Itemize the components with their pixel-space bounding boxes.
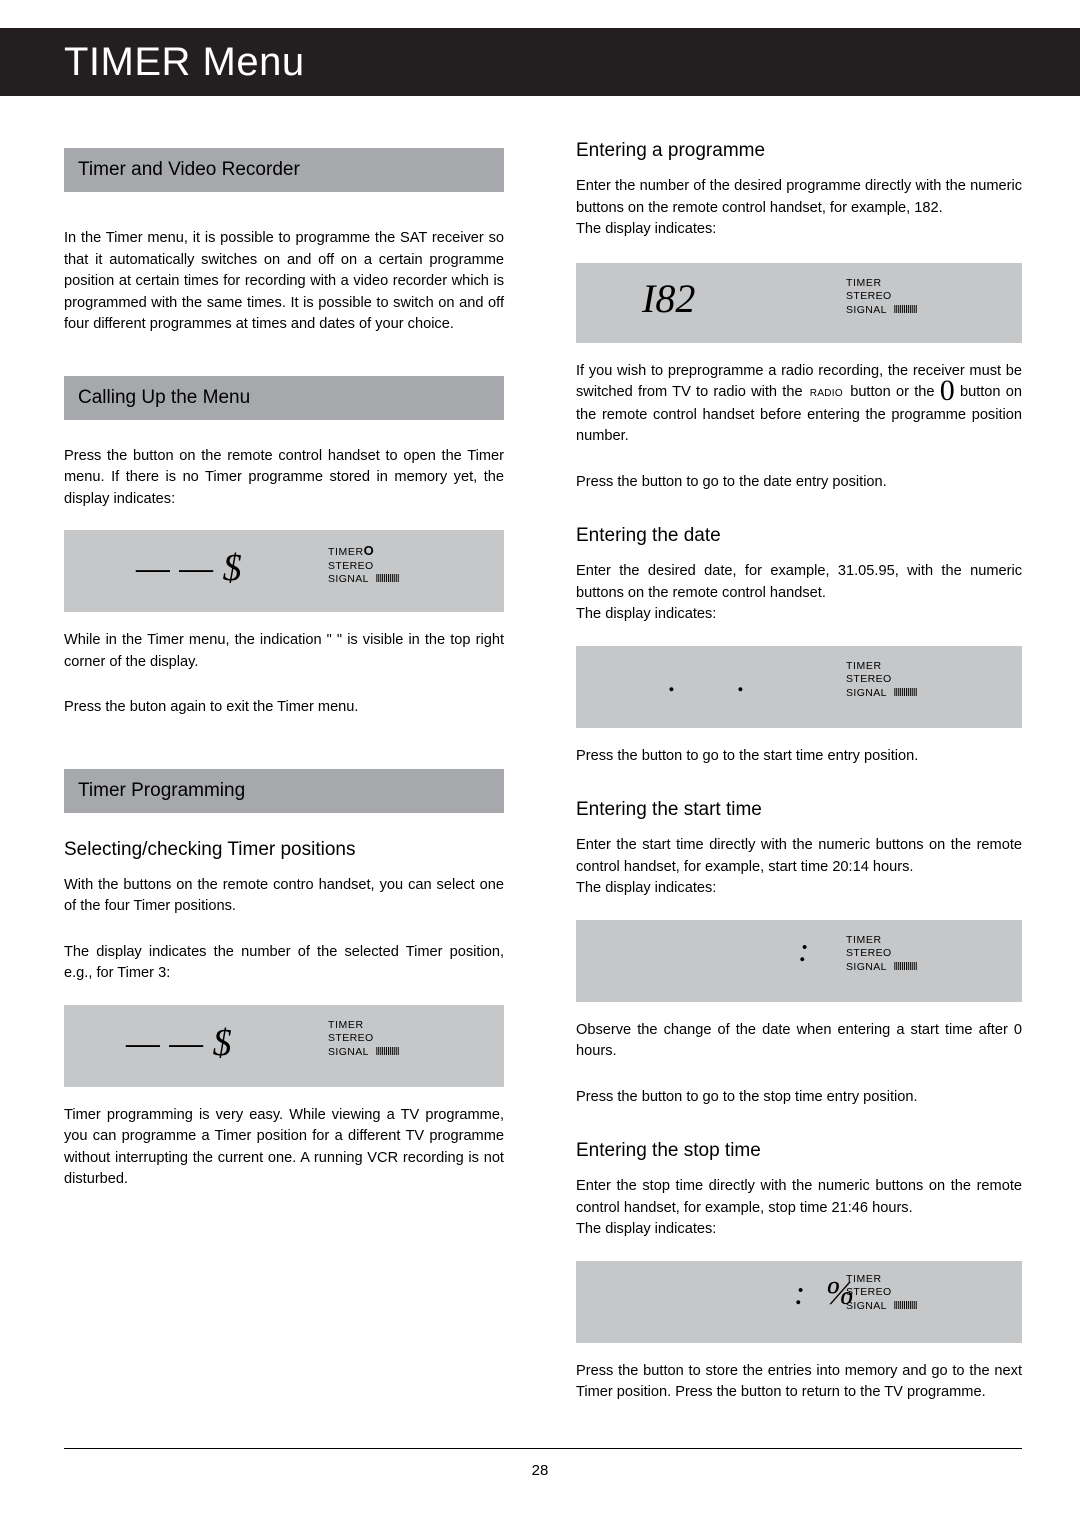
lcd-signal-bars: llllllllllll (375, 1045, 400, 1058)
lcd-main-value: — — $ (136, 547, 242, 589)
lcd-status-group: TIMERO STEREO SIGNAL llllllllllll (328, 544, 488, 587)
lcd-status-group: TIMER STEREO SIGNAL llllllllllll (846, 1273, 1006, 1314)
lcd-signal-bars: llllllllllll (375, 573, 400, 585)
paragraph-observe-date-change: Observe the change of the date when ente… (576, 1021, 1022, 1060)
page-number: 28 (531, 1462, 549, 1479)
lcd-stereo-label: STEREO (328, 1032, 374, 1044)
section-bar-timer-and-video-recorder: Timer and Video Recorder (64, 148, 504, 192)
lcd-timer-label: TIMER (328, 1018, 364, 1031)
document-page: TIMER Menu Timer and Video Recorder In t… (0, 0, 1080, 1528)
section-bar-label: Timer and Video Recorder (78, 159, 300, 180)
lcd-signal-row: SIGNAL llllllllllll (846, 686, 918, 699)
lcd-display-timer-position: — — $ TIMER STEREO SIGNAL llllllllllll (64, 1004, 504, 1087)
footer-rule (64, 1448, 1022, 1449)
lcd-stereo-label: STEREO (846, 947, 892, 959)
paragraph-enter-start-time: Enter the start time directly with the n… (576, 837, 1022, 875)
paragraph-display-indicates-4: The display indicates: (576, 1221, 717, 1237)
lcd-timer-label: TIMER (846, 1272, 882, 1285)
section-bar-label: Calling Up the Menu (78, 386, 251, 408)
paragraph-select-timer-positions: With the buttons on the remote contro ha… (64, 876, 504, 915)
paragraph-display-indicates-3: The display indicates: (576, 880, 717, 896)
paragraph-press-button-start-time-entry: Press the button to go to the start time… (576, 747, 919, 764)
radio-note-part1: If you wish to preprogramme a radio reco… (576, 362, 1022, 401)
heading-entering-the-start-time: Entering the start time (576, 799, 762, 820)
lcd-status-group: TIMER STEREO SIGNAL llllllllllll (846, 277, 1006, 318)
left-column: Timer and Video Recorder In the Timer me… (64, 148, 504, 1205)
lcd-stereo-label: STEREO (846, 1286, 892, 1298)
paragraph-enter-programme-number: Enter the number of the desired programm… (576, 178, 1022, 216)
lcd-stereo-label: STEREO (846, 290, 892, 302)
lcd-timer-label: TIMER (846, 659, 882, 672)
paragraph-timer-intro: In the Timer menu, it is possible to pro… (64, 230, 504, 332)
lcd-status-group: TIMER STEREO SIGNAL llllllllllll (846, 934, 1006, 975)
paragraph-enter-stop-time: Enter the stop time directly with the nu… (576, 1178, 1022, 1216)
lcd-main-value: . . (668, 661, 772, 699)
paragraph-display-shows-timer-number: The display indicates the number of the … (64, 943, 504, 982)
lcd-signal-row: SIGNAL llllllllllll (328, 573, 400, 585)
lcd-main-value: — — $ (126, 1021, 232, 1064)
lcd-signal-row: SIGNAL llllllllllll (846, 960, 918, 973)
lcd-display-empty-timer: — — $ TIMERO STEREO SIGNAL llllllllllll (64, 530, 504, 612)
paragraph-press-button-exit: Press the buton again to exit the Timer … (64, 699, 359, 715)
lcd-stereo-label: STEREO (328, 559, 374, 572)
lcd-display-stop-time: : % TIMER STEREO SIGNAL llllllllllll (576, 1260, 1022, 1343)
radio-button-glyph: RADIO (809, 388, 843, 399)
paragraph-radio-recording-note: If you wish to preprogramme a radio reco… (576, 361, 1022, 448)
lcd-display-date: . . TIMER STEREO SIGNAL llllllllllll (576, 645, 1022, 728)
paragraph-press-button-store-entries: Press the button to store the entries in… (576, 1362, 1022, 1401)
heading-entering-a-programme: Entering a programme (576, 140, 766, 161)
lcd-signal-bars: llllllllllll (893, 960, 918, 973)
heading-entering-the-stop-time: Entering the stop time (576, 1140, 761, 1161)
lcd-timer-label: TIMERO (328, 543, 375, 558)
paragraph-timer-programming-easy: Timer programming is very easy. While vi… (64, 1106, 504, 1188)
paragraph-enter-date: Enter the desired date, for example, 31.… (576, 563, 1022, 601)
lcd-timer-label: TIMER (846, 933, 882, 946)
section-bar-calling-up-the-menu: Calling Up the Menu (64, 375, 504, 420)
section-bar-label: Timer Programming (78, 779, 246, 801)
lcd-signal-row: SIGNAL llllllllllll (328, 1045, 400, 1058)
heading-entering-the-date: Entering the date (576, 525, 721, 546)
heading-selecting-checking-timer-positions: Selecting/checking Timer positions (64, 838, 356, 860)
lcd-signal-bars: llllllllllll (893, 1299, 918, 1312)
paragraph-display-indicates-1: The display indicates: (576, 221, 717, 237)
lcd-main-value: : (798, 931, 810, 969)
lcd-timer-position: O (363, 543, 375, 558)
lcd-timer-label: TIMER (846, 276, 882, 289)
paragraph-display-indicates-2: The display indicates: (576, 606, 717, 622)
paragraph-press-button-date-entry: Press the button to go to the date entry… (576, 473, 887, 490)
section-bar-timer-programming: Timer Programming (64, 768, 504, 813)
lcd-main-value: I82 (642, 275, 696, 321)
page-title: TIMER Menu (64, 40, 305, 84)
lcd-signal-bars: llllllllllll (893, 303, 918, 316)
lcd-status-group: TIMER STEREO SIGNAL llllllllllll (846, 660, 1006, 701)
lcd-signal-row: SIGNAL llllllllllll (846, 303, 918, 316)
lcd-stereo-label: STEREO (846, 673, 892, 685)
zero-button-glyph: 0 (939, 374, 955, 407)
radio-note-part2: button or the (850, 384, 935, 400)
paragraph-press-button-stop-time-entry: Press the button to go to the stop time … (576, 1088, 918, 1105)
right-column: Entering a programme Enter the number of… (576, 140, 1022, 1418)
paragraph-timer-indication-visible: While in the Timer menu, the indication … (64, 632, 504, 670)
lcd-display-start-time: : TIMER STEREO SIGNAL llllllllllll (576, 919, 1022, 1002)
lcd-signal-row: SIGNAL llllllllllll (846, 1299, 918, 1312)
lcd-status-group: TIMER STEREO SIGNAL llllllllllll (328, 1019, 488, 1060)
lcd-display-programme-number: I82 TIMER STEREO SIGNAL llllllllllll (576, 262, 1022, 343)
paragraph-press-button-open-menu: Press the button on the remote control h… (64, 447, 504, 507)
lcd-signal-bars: llllllllllll (893, 686, 918, 699)
